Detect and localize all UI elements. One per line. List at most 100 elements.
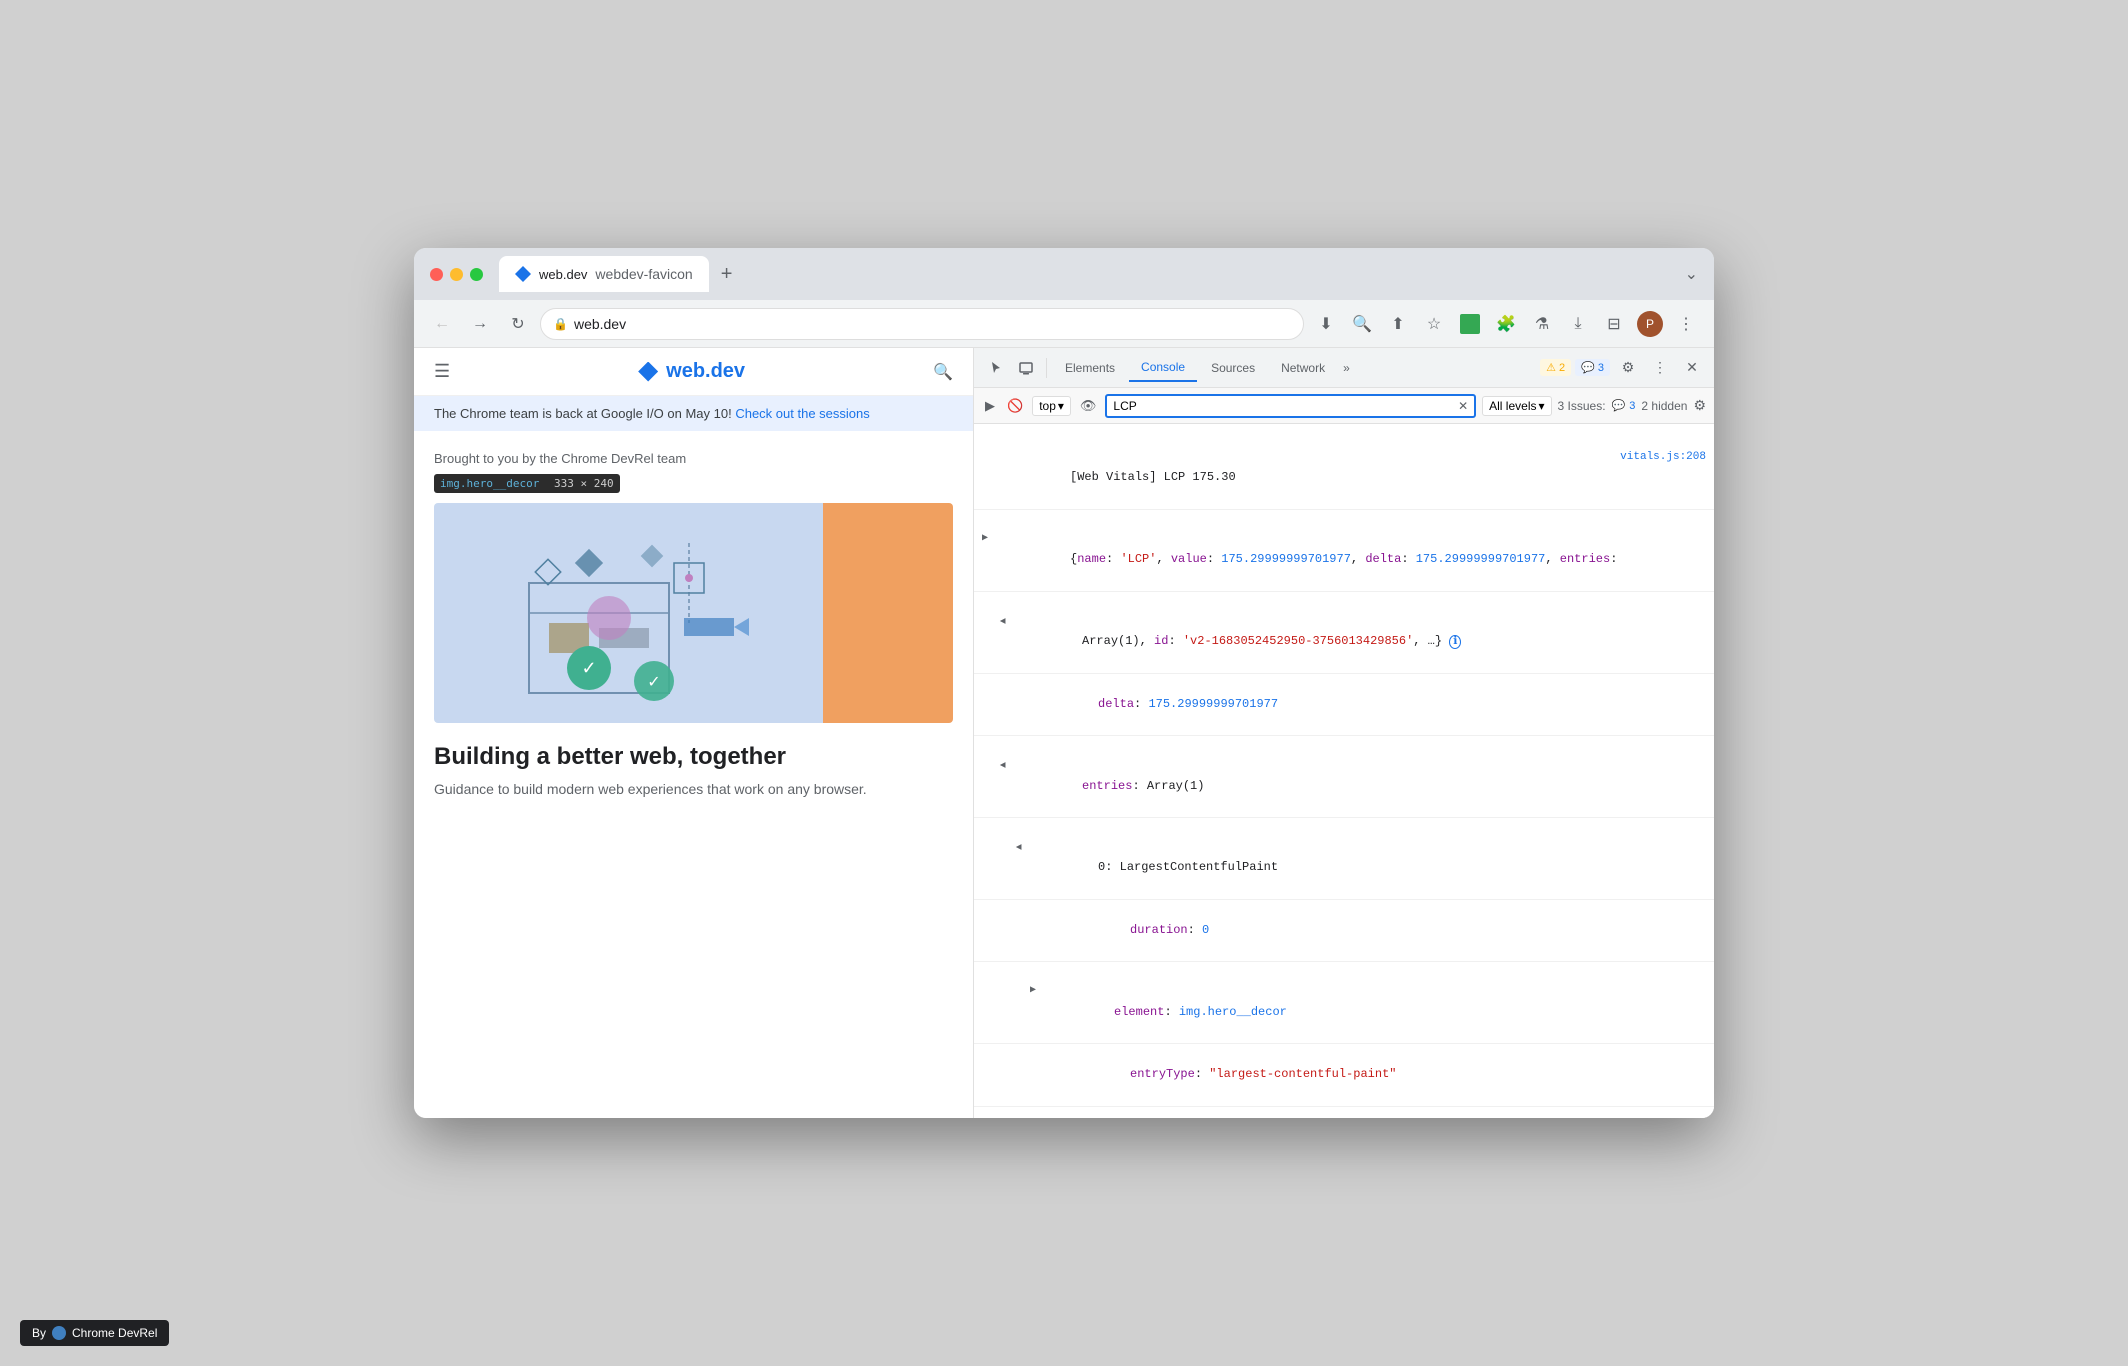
eye-icon[interactable]: 👁 [1077, 395, 1100, 417]
tab-network[interactable]: Network [1269, 355, 1337, 381]
split-view-icon[interactable]: ⊟ [1598, 308, 1630, 340]
webpage-logo-text: web.dev [666, 360, 745, 383]
tab-console[interactable]: Console [1129, 354, 1197, 382]
element-size-text: 333 × 240 [554, 477, 614, 490]
more-tabs-button[interactable]: » [1339, 357, 1354, 379]
execute-context-icon[interactable]: ▶ [982, 395, 998, 417]
puzzle-icon[interactable]: 🧩 [1490, 308, 1522, 340]
inspect-cursor-icon [988, 360, 1004, 376]
devtools-settings-button[interactable]: ⚙ [1614, 354, 1642, 382]
webpage-logo[interactable]: web.dev [638, 360, 745, 383]
minimize-window-button[interactable] [450, 268, 463, 281]
console-log-line-2: ▶ {name: 'LCP', value: 175.2999999970197… [974, 510, 1714, 592]
tab-sources[interactable]: Sources [1199, 355, 1267, 381]
download-icon[interactable]: ⤓ [1562, 308, 1594, 340]
browser-menu-button[interactable]: ⌄ [1685, 264, 1698, 284]
flask-icon[interactable]: ⚗ [1526, 308, 1558, 340]
devtools-toolbar: Elements Console Sources Network » ⚠ 2 💬… [974, 348, 1714, 388]
console-log-line-8: ▶ element: img.hero__decor [974, 962, 1714, 1044]
devtools-more-button[interactable]: ⋮ [1646, 354, 1674, 382]
webpage-header: ☰ web.dev 🔍 [414, 348, 973, 396]
console-log-line-9: entryType: "largest-contentful-paint" [974, 1044, 1714, 1107]
filter-input[interactable] [1113, 399, 1458, 413]
new-tab-button[interactable]: + [713, 259, 741, 290]
hero-label: Brought to you by the Chrome DevRel team [434, 451, 953, 466]
messages-badge[interactable]: 💬 3 [1575, 359, 1610, 376]
close-window-button[interactable] [430, 268, 443, 281]
log-level-dropdown-icon: ▾ [1539, 399, 1545, 413]
console-log-line-10: id: "" [974, 1107, 1714, 1118]
hidden-count: 2 hidden [1641, 399, 1687, 413]
profile-avatar[interactable]: P [1634, 308, 1666, 340]
log-level-selector[interactable]: All levels ▾ [1482, 396, 1551, 416]
user-avatar: P [1637, 311, 1663, 337]
log-text-4-key: delta [1098, 697, 1134, 711]
filter-clear-button[interactable]: ✕ [1458, 399, 1468, 413]
download-page-icon[interactable]: ⬇ [1310, 308, 1342, 340]
context-label: top [1039, 399, 1056, 413]
bookmark-icon[interactable]: ☆ [1418, 308, 1450, 340]
issues-count-text: 3 [1629, 400, 1635, 412]
console-log-line-1: vitals.js:208 [Web Vitals] LCP 175.30 [974, 428, 1714, 510]
log-text-6: 0: LargestContentfulPaint [1098, 860, 1278, 874]
console-filter[interactable]: ✕ [1105, 394, 1476, 418]
maximize-window-button[interactable] [470, 268, 483, 281]
hero-title: Building a better web, together [434, 743, 953, 771]
forward-button[interactable]: → [464, 308, 496, 340]
expand-arrow-3[interactable]: ▼ [993, 618, 1009, 624]
announcement-bar: The Chrome team is back at Google I/O on… [414, 396, 973, 431]
log-text-3: Array(1), id: 'v2-1683052452950-37560134… [1082, 634, 1461, 648]
hero-image: ✓ ✓ [434, 503, 953, 723]
hero-text: Building a better web, together Guidance… [434, 743, 953, 800]
source-link-1[interactable]: vitals.js:208 [1620, 449, 1706, 467]
clear-console-icon[interactable]: 🚫 [1004, 395, 1026, 417]
tab-favicon-icon [515, 266, 531, 282]
hero-illustration: ✓ ✓ [489, 523, 769, 703]
inspect-element-button[interactable] [982, 354, 1010, 382]
title-bar: web.dev webdev-favicon + ⌄ [414, 248, 1714, 300]
reload-button[interactable]: ↻ [502, 308, 534, 340]
console-output: vitals.js:208 [Web Vitals] LCP 175.30 ▶ … [974, 424, 1714, 1118]
log-level-text: All levels [1489, 399, 1536, 413]
nav-right-icons: ⬇ 🔍 ⬆ ☆ 🧩 ⚗ ⤓ ⊟ P ⋮ [1310, 308, 1702, 340]
back-button[interactable]: ← [426, 308, 458, 340]
hero-image-right [823, 503, 953, 723]
extension-green-icon[interactable] [1454, 308, 1486, 340]
element-tooltip: img.hero__decor 333 × 240 [434, 474, 953, 497]
hamburger-icon[interactable]: ☰ [434, 361, 450, 382]
context-selector[interactable]: top ▾ [1032, 396, 1071, 416]
expand-arrow-8[interactable]: ▶ [1030, 983, 1036, 999]
expand-arrow-5[interactable]: ▼ [993, 762, 1009, 768]
device-toolbar-button[interactable] [1012, 354, 1040, 382]
hero-image-left: ✓ ✓ [434, 503, 823, 723]
tab-close-button[interactable]: webdev-favicon [595, 266, 692, 282]
active-tab[interactable]: web.dev webdev-favicon [499, 256, 709, 292]
tab-bar: web.dev webdev-favicon + [499, 256, 1677, 292]
nav-bar: ← → ↻ 🔒 web.dev ⬇ 🔍 ⬆ ☆ 🧩 ⚗ ⤓ ⊟ P ⋮ [414, 300, 1714, 348]
webpage: ☰ web.dev 🔍 The Chrome team is back at G… [414, 348, 974, 1118]
expand-arrow-2[interactable]: ▶ [982, 531, 988, 547]
issues-badge[interactable]: 💬 3 [1612, 399, 1636, 412]
console-settings-button[interactable]: ⚙ [1693, 397, 1706, 414]
address-bar[interactable]: 🔒 web.dev [540, 308, 1304, 340]
announcement-link[interactable]: Check out the sessions [735, 406, 869, 421]
chrome-menu-icon[interactable]: ⋮ [1670, 308, 1702, 340]
context-dropdown-icon: ▾ [1058, 399, 1064, 413]
warn-count: 2 [1559, 362, 1565, 374]
tab-title: web.dev [539, 267, 587, 282]
expand-arrow-6[interactable]: ▼ [1009, 844, 1025, 850]
console-log-line-5: ▼ entries: Array(1) [974, 736, 1714, 818]
hero-section: Brought to you by the Chrome DevRel team… [414, 431, 973, 820]
zoom-icon[interactable]: 🔍 [1346, 308, 1378, 340]
log-text-8-key: element [1114, 1005, 1164, 1019]
warnings-badge[interactable]: ⚠ 2 [1540, 359, 1571, 376]
devtools-close-button[interactable]: ✕ [1678, 354, 1706, 382]
log-text-5-key: entries [1082, 779, 1132, 793]
search-icon[interactable]: 🔍 [933, 362, 953, 382]
share-icon[interactable]: ⬆ [1382, 308, 1414, 340]
tab-elements[interactable]: Elements [1053, 355, 1127, 381]
announcement-text: The Chrome team is back at Google I/O on… [434, 406, 732, 421]
console-log-line-6: ▼ 0: LargestContentfulPaint [974, 818, 1714, 900]
element-selector-text: img.hero__decor [440, 477, 539, 490]
toolbar-separator [1046, 358, 1047, 378]
